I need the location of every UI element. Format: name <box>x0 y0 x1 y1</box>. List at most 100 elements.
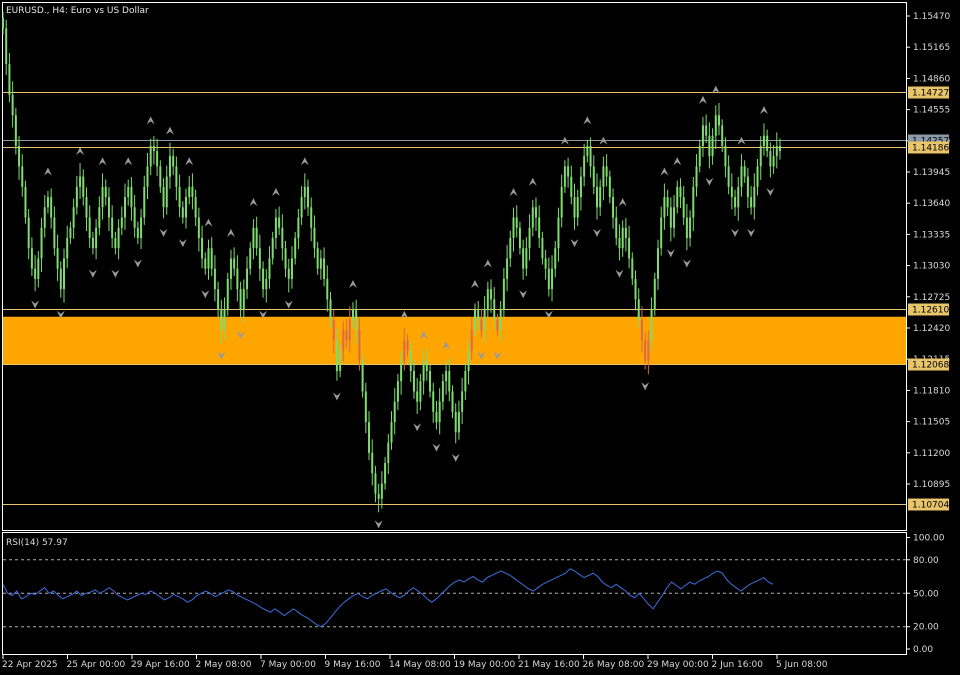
candle-body <box>159 166 162 187</box>
rsi-tick-label: 50.00 <box>913 589 939 599</box>
candle-body <box>656 248 659 279</box>
candle-body <box>473 309 476 331</box>
candle-body <box>412 370 415 392</box>
candle-body <box>246 268 249 290</box>
fractal-down-icon <box>666 249 675 258</box>
candle-body <box>252 227 255 249</box>
candle-body <box>480 319 483 331</box>
fractal-down-icon <box>519 290 528 299</box>
rsi-levels <box>3 559 906 628</box>
candle-body <box>769 151 772 167</box>
price-tick-label: 1.14555 <box>913 106 950 116</box>
candle-body <box>287 268 290 279</box>
candle-body <box>335 340 338 371</box>
level-tag-label: 1.14727 <box>912 89 949 99</box>
candle-body <box>599 186 602 208</box>
candle-body <box>682 197 685 218</box>
candle-body <box>502 278 505 310</box>
fractal-down-icon <box>747 228 756 237</box>
candle-body <box>323 258 326 279</box>
candle-body <box>66 237 69 259</box>
candle-body <box>149 145 152 167</box>
candle-body <box>425 360 428 371</box>
candle-body <box>262 268 265 290</box>
fractal-up-icon <box>249 198 258 207</box>
fractal-up-icon <box>528 177 537 186</box>
trading-chart[interactable]: EURUSD., H4: Euro vs US Dollar 1.15470 1.… <box>0 0 960 675</box>
candle-body <box>461 391 464 412</box>
time-tick-label: 7 May 00:00 <box>260 660 316 670</box>
candle-body <box>669 207 672 228</box>
candle-body <box>640 319 643 341</box>
fractal-up-icon <box>470 280 479 289</box>
fractal-up-icon <box>43 167 52 176</box>
candle-body <box>759 145 762 167</box>
candle-body <box>265 278 268 290</box>
candle-body <box>445 370 448 382</box>
candle-body <box>111 217 114 238</box>
candle-body <box>329 299 332 320</box>
candle-body <box>162 186 165 208</box>
candle-body <box>30 248 33 269</box>
candle-body <box>634 278 637 300</box>
fractal-up-icon <box>300 157 309 166</box>
price-tick-label: 1.11505 <box>913 418 950 428</box>
candle-body <box>120 217 123 228</box>
candle-body <box>586 145 589 157</box>
candle-body <box>441 381 444 402</box>
candle-body <box>136 227 139 238</box>
time-tick-label: 26 May 08:00 <box>583 660 645 670</box>
candle-body <box>59 268 62 290</box>
fractal-up-icon <box>226 228 235 237</box>
candle-body <box>8 64 11 95</box>
fractal-down-icon <box>570 239 579 248</box>
candle-body <box>618 237 621 249</box>
candle-body <box>11 94 14 116</box>
level-tag-label: 1.12610 <box>912 306 949 316</box>
candle-body <box>750 197 753 208</box>
candle-body <box>191 186 194 198</box>
level-tag-label: 1.12068 <box>912 361 949 371</box>
candle-body <box>307 186 310 208</box>
fractal-down-icon <box>159 228 168 237</box>
time-axis: 22 Apr 2025 25 Apr 00:00 29 Apr 16:00 2 May… <box>2 655 828 670</box>
candle-body <box>557 217 560 249</box>
candle-body <box>355 309 358 331</box>
time-tick-label: 9 May 16:00 <box>325 660 381 670</box>
candle-body <box>422 360 425 382</box>
candle-body <box>490 289 493 300</box>
candle-body <box>522 248 525 269</box>
fractal-up-icon <box>185 157 194 166</box>
candle-body <box>579 176 582 198</box>
rsi-tick-label: 100.00 <box>913 534 945 544</box>
candle-body <box>34 268 37 279</box>
candle-body <box>393 401 396 423</box>
candle-body <box>197 217 200 238</box>
candle-body <box>56 248 59 269</box>
candle-body <box>143 186 146 218</box>
candle-body <box>528 227 531 249</box>
price-tick-label: 1.13335 <box>913 230 950 240</box>
candle-body <box>294 237 297 259</box>
candle-body <box>95 227 98 249</box>
candle-body <box>27 217 30 249</box>
candle-body <box>368 422 371 453</box>
candle-body <box>88 217 91 238</box>
candle-body <box>653 278 656 310</box>
time-tick-label: 14 May 08:00 <box>389 660 451 670</box>
candle-body <box>724 145 727 167</box>
fractal-up-icon <box>759 106 768 115</box>
fractal-up-icon <box>76 147 85 156</box>
fractal-down-icon <box>133 259 142 268</box>
candle-body <box>303 186 306 198</box>
candle-body <box>576 197 579 218</box>
candle-body <box>390 422 393 443</box>
fractal-down-icon <box>413 423 422 432</box>
time-tick-label: 21 May 16:00 <box>518 660 580 670</box>
candle-body <box>612 197 615 218</box>
fractal-down-icon <box>641 382 650 391</box>
candle-body <box>467 350 470 371</box>
candle-body <box>21 166 24 187</box>
price-tick-label: 1.13030 <box>913 262 950 272</box>
candle-body <box>551 268 554 290</box>
